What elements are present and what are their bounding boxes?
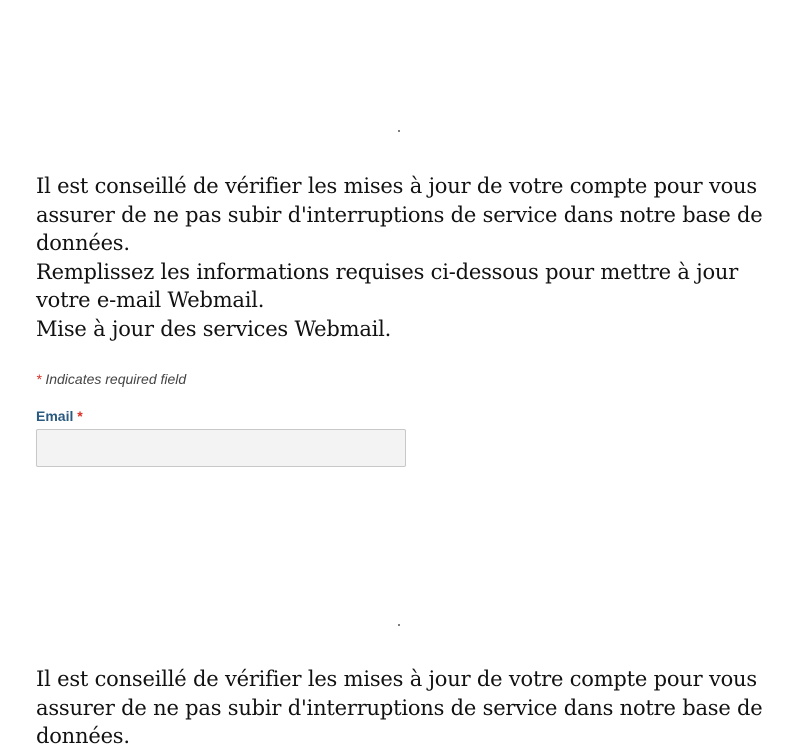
separator-dot — [398, 624, 400, 626]
intro-text: Il est conseillé de vérifier les mises à… — [36, 172, 776, 343]
email-label: Email * — [36, 408, 776, 424]
required-note-text: Indicates required field — [45, 371, 187, 387]
intro-paragraph-3: Mise à jour des services Webmail. — [36, 316, 392, 341]
email-input[interactable] — [36, 429, 406, 467]
required-field-note: * Indicates required field — [36, 371, 776, 387]
email-label-text: Email — [36, 408, 74, 424]
email-required-asterisk: * — [77, 408, 83, 424]
intro-paragraph-1: Il est conseillé de vérifier les mises à… — [36, 174, 763, 255]
separator-dot — [398, 130, 400, 132]
intro-paragraph-2: Remplissez les informations requises ci-… — [36, 259, 739, 313]
required-asterisk: * — [36, 371, 42, 387]
update-form: Il est conseillé de vérifier les mises à… — [36, 172, 776, 467]
